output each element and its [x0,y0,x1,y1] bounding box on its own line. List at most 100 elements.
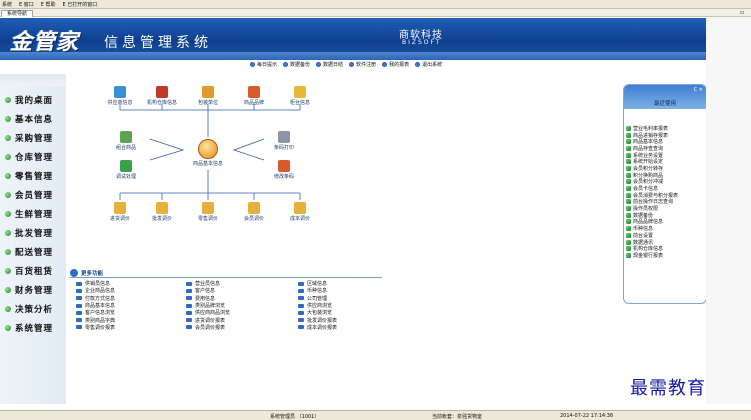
item-icon [626,252,631,258]
package-icon [202,86,214,98]
item-icon [626,165,631,171]
link-icon [186,318,192,323]
supplier-icon [114,86,126,98]
more-link[interactable]: 进货调价报表 [186,316,286,324]
more-link[interactable]: 供应商商品浏览 [186,309,286,316]
node-cost-price[interactable]: 成本调价 [278,202,322,222]
node-goods-basic-info[interactable]: 商品基本信息 [186,139,230,167]
status-user: 系统管理员 （1001） [270,414,320,420]
more-link[interactable]: 零售调价报表 [76,324,176,331]
status-time: 2014-07-22 17:14:38 [560,413,614,419]
more-icon [70,268,78,277]
more-link[interactable]: 币种信息 [298,287,398,294]
node-combo-goods[interactable]: 组合商品 [104,131,148,151]
item-icon [626,179,631,185]
edit-icon [278,160,290,172]
more-link[interactable]: 区域信息 [298,280,398,287]
link-icon [186,303,192,308]
link-icon [298,310,304,315]
item-icon [626,132,631,138]
recent-item[interactable]: 现金银行报表 [626,252,704,259]
watermark: 最需教育 [630,378,706,399]
warehouse-icon [156,86,168,98]
link-icon [76,325,82,330]
more-col-2: 营业员信息 客户信息 费用信息 类别品牌浏览 供应商商品浏览 进货调价报表 会员… [186,280,286,331]
item-icon [626,186,631,192]
link-icon [76,296,82,301]
item-icon [626,199,631,205]
price-icon [202,202,214,214]
status-org: 当前帐套：泉强货物室 [432,414,483,420]
more-link[interactable]: 供应商浏览 [298,302,398,309]
status-bar: 系统管理员 （1001） 当前帐套：泉强货物室 2014-07-22 17:14… [0,410,751,420]
link-icon [298,281,304,286]
item-icon [626,125,631,131]
recent-panel-title: 最近使用 [653,101,676,107]
item-icon [626,219,631,225]
recent-list: 营业毛利率报表 商品进销存报表 商品基本信息 商品存查查询 系统业务设置 系统开… [626,125,704,259]
item-icon [626,206,631,212]
recent-panel: C ✕ 最近使用 营业毛利率报表 商品进销存报表 商品基本信息 商品存查查询 系… [623,84,707,304]
more-link[interactable]: 大包装浏览 [298,309,398,316]
more-link[interactable]: 公司管理 [298,295,398,302]
item-icon [626,239,631,245]
node-wholesale-price[interactable]: 批发调价 [140,202,184,222]
item-icon [626,152,631,158]
node-debug[interactable]: 调试处理 [104,160,148,180]
more-link[interactable]: 类别商品字典 [76,316,176,324]
node-warehouse-info[interactable]: 机构仓库信息 [140,86,184,106]
link-icon [186,288,192,293]
item-icon [626,192,631,198]
more-link[interactable]: 批发调价报表 [298,316,398,324]
more-link[interactable]: 营业员信息 [186,280,286,287]
link-icon [76,288,82,293]
price-icon [156,202,168,214]
link-icon [76,318,82,323]
more-link[interactable]: 客户信息 [186,287,286,294]
more-col-3: 区域信息 币种信息 公司管理 供应商浏览 大包装浏览 批发调价报表 成本调价报表 [298,280,398,331]
node-supplier-info[interactable]: 供应商信息 [98,86,142,106]
link-icon [186,281,192,286]
item-icon [626,232,631,238]
left-chevron [149,138,185,161]
item-icon [626,226,631,232]
node-package-unit[interactable]: 包装单位 [186,86,230,106]
more-link[interactable]: 费用信息 [186,295,286,302]
more-link[interactable]: 客户信息浏览 [76,309,176,316]
link-icon [298,325,304,330]
link-icon [298,288,304,293]
divider [70,277,382,278]
right-chevron [232,138,265,161]
printer-icon [278,131,290,143]
link-icon [186,296,192,301]
link-icon [76,310,82,315]
more-link[interactable]: 类别品牌浏览 [186,302,286,309]
node-member-price[interactable]: 会员调价 [232,202,276,222]
item-icon [626,159,631,165]
link-icon [298,303,304,308]
link-icon [186,325,192,330]
node-barcode-print[interactable]: 条码打印 [262,131,306,151]
price-icon [114,202,126,214]
more-link[interactable]: 会员调价报表 [186,324,286,331]
more-link[interactable]: 成本调价报表 [298,324,398,331]
item-icon [626,172,631,178]
node-brand[interactable]: 商品品牌 [232,86,276,106]
link-icon [76,303,82,308]
more-link[interactable]: 商品基本信息 [76,302,176,309]
counter-icon [294,86,306,98]
link-icon [76,281,82,286]
item-icon [626,246,631,252]
more-functions-header: 更多功能 [70,268,382,277]
node-purchase-price[interactable]: 进货调价 [98,202,142,222]
more-col-1: 供销员信息 企业商品信息 付款方式信息 商品基本信息 客户信息浏览 类别商品字典… [76,280,176,331]
node-edit-barcode[interactable]: 修改条码 [262,160,306,180]
more-link[interactable]: 付款方式信息 [76,295,176,302]
more-link[interactable]: 供销员信息 [76,280,176,287]
node-counter-info[interactable]: 柜台信息 [278,86,322,106]
link-icon [298,296,304,301]
node-retail-price[interactable]: 零售调价 [186,202,230,222]
more-link[interactable]: 企业商品信息 [76,287,176,294]
panel-controls[interactable]: C ✕ [694,87,703,93]
item-icon [626,145,631,151]
